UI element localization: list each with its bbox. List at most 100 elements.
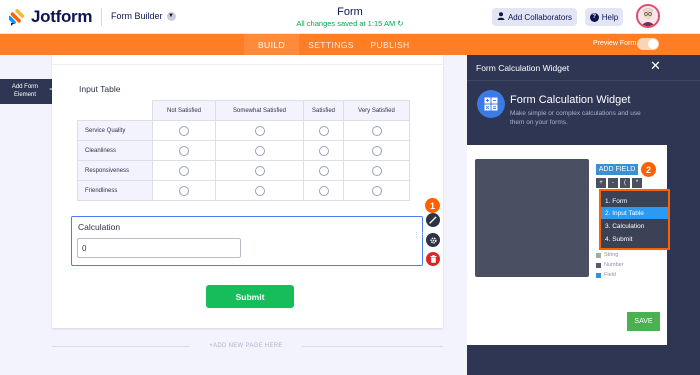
matrix-cell: [303, 160, 344, 181]
legend-swatch: [596, 262, 601, 268]
jotform-logo[interactable]: Jotform: [7, 7, 93, 27]
help-icon: ?: [589, 12, 599, 22]
add-field-dropdown: 1. Form 2. Input Table 3. Calculation 4.…: [599, 189, 670, 250]
matrix-column-header: Very Satisfied: [343, 100, 410, 121]
legend-label: Field: [604, 272, 616, 278]
matrix-radio[interactable]: [318, 125, 329, 136]
brand-name: Jotform: [31, 7, 93, 26]
add-form-element-label: Add Form Element: [11, 84, 39, 98]
operator-button[interactable]: -: [608, 178, 618, 188]
field-option[interactable]: 1. Form: [601, 195, 668, 207]
matrix-radio[interactable]: [371, 145, 382, 156]
matrix-radio[interactable]: [371, 165, 382, 176]
add-collaborators-button[interactable]: Add Collaborators: [492, 8, 577, 26]
matrix-cell: [152, 120, 216, 141]
matrix-radio[interactable]: [318, 145, 329, 156]
field-option-selected[interactable]: 2. Input Table: [601, 207, 668, 219]
preview-form-toggle[interactable]: [637, 38, 659, 50]
callout-badge: 2: [641, 162, 656, 177]
matrix-header-row: Not Satisfied Somewhat Satisfied Satisfi…: [77, 100, 410, 121]
matrix-radio[interactable]: [371, 185, 382, 196]
field-option[interactable]: 4. Submit: [601, 233, 668, 245]
gear-icon[interactable]: [426, 233, 440, 247]
matrix-cell: [303, 180, 344, 201]
legend-label: String: [604, 252, 619, 258]
operator-button[interactable]: +: [596, 178, 606, 188]
calculation-input[interactable]: 0: [77, 238, 241, 258]
operator-buttons: + - ( *: [596, 178, 642, 188]
help-button[interactable]: ? Help: [585, 8, 623, 26]
wand-icon[interactable]: [426, 213, 440, 227]
matrix-radio[interactable]: [179, 165, 189, 176]
save-button[interactable]: SAVE: [627, 312, 660, 331]
input-table-matrix: Not Satisfied Somewhat Satisfied Satisfi…: [77, 100, 410, 201]
matrix-radio[interactable]: [179, 185, 189, 196]
matrix-radio[interactable]: [254, 165, 265, 176]
tab-publish[interactable]: PUBLISH: [365, 34, 415, 55]
matrix-radio[interactable]: [254, 145, 265, 156]
matrix-cell: [152, 180, 216, 201]
input-table-title[interactable]: Input Table: [79, 84, 120, 94]
operator-button[interactable]: (: [620, 178, 630, 188]
matrix-cell: [343, 140, 410, 161]
field-option[interactable]: 3. Calculation: [601, 220, 668, 232]
calculator-icon: [477, 90, 505, 118]
add-new-page-link[interactable]: +ADD NEW PAGE HERE: [190, 343, 302, 349]
matrix-cell: [343, 180, 410, 201]
legend-label: Number: [604, 262, 624, 268]
matrix-radio[interactable]: [179, 145, 189, 156]
matrix-row: Responsiveness: [77, 160, 410, 181]
matrix-column-header: Satisfied: [303, 100, 344, 121]
matrix-radio[interactable]: [254, 185, 265, 196]
canvas-divider: [52, 64, 443, 65]
matrix-row: Service Quality: [77, 120, 410, 141]
calculation-label[interactable]: Calculation: [78, 222, 120, 232]
matrix-radio[interactable]: [179, 125, 189, 136]
refresh-icon: ↻: [397, 19, 404, 28]
matrix-row-label: Service Quality: [77, 120, 153, 141]
panel-title: Form Calculation Widget: [476, 63, 570, 73]
help-label: Help: [601, 12, 619, 22]
submit-button[interactable]: Submit: [206, 285, 294, 308]
form-builder-menu[interactable]: Form Builder ▼: [111, 11, 176, 21]
avatar[interactable]: [636, 4, 660, 28]
drag-handle-icon[interactable]: ⋮⋮: [413, 232, 426, 239]
trash-icon[interactable]: [426, 252, 440, 266]
add-field-button[interactable]: ADD FIELD: [596, 164, 638, 175]
save-status-text: All changes saved at 1:15 AM: [296, 19, 396, 28]
tab-build[interactable]: BUILD: [244, 34, 299, 55]
tab-settings[interactable]: SETTINGS: [303, 34, 359, 55]
matrix-corner-cell: [77, 100, 153, 121]
matrix-row-label: Friendliness: [77, 180, 153, 201]
user-icon: [497, 12, 505, 22]
operator-button[interactable]: *: [632, 178, 642, 188]
matrix-column-header: Somewhat Satisfied: [215, 100, 304, 121]
matrix-cell: [152, 140, 216, 161]
matrix-cell: [215, 140, 304, 161]
matrix-cell: [215, 160, 304, 181]
matrix-cell: [215, 180, 304, 201]
matrix-cell: [343, 120, 410, 141]
form-builder-label: Form Builder: [111, 11, 163, 21]
matrix-cell: [343, 160, 410, 181]
add-collaborators-label: Add Collaborators: [507, 12, 573, 22]
matrix-radio[interactable]: [254, 125, 265, 136]
widget-title: Form Calculation Widget: [510, 94, 631, 106]
legend-swatch: [596, 252, 601, 258]
jotform-logo-icon: [7, 8, 27, 26]
legend-item: Field: [596, 272, 616, 278]
chevron-down-icon: ▼: [166, 11, 176, 21]
matrix-row-label: Cleanliness: [77, 140, 153, 161]
matrix-column-header: Not Satisfied: [152, 100, 216, 121]
legend-item: String: [596, 252, 618, 258]
matrix-row: Friendliness: [77, 180, 410, 201]
matrix-radio[interactable]: [318, 185, 329, 196]
add-page-divider-left: [52, 346, 190, 347]
widget-description: Make simple or complex calculations and …: [510, 110, 641, 126]
close-icon[interactable]: ✕: [650, 58, 661, 74]
matrix-radio[interactable]: [371, 125, 382, 136]
add-page-divider-right: [302, 346, 443, 347]
formula-preview-area[interactable]: [475, 159, 589, 277]
matrix-cell: [152, 160, 216, 181]
matrix-radio[interactable]: [318, 165, 329, 176]
